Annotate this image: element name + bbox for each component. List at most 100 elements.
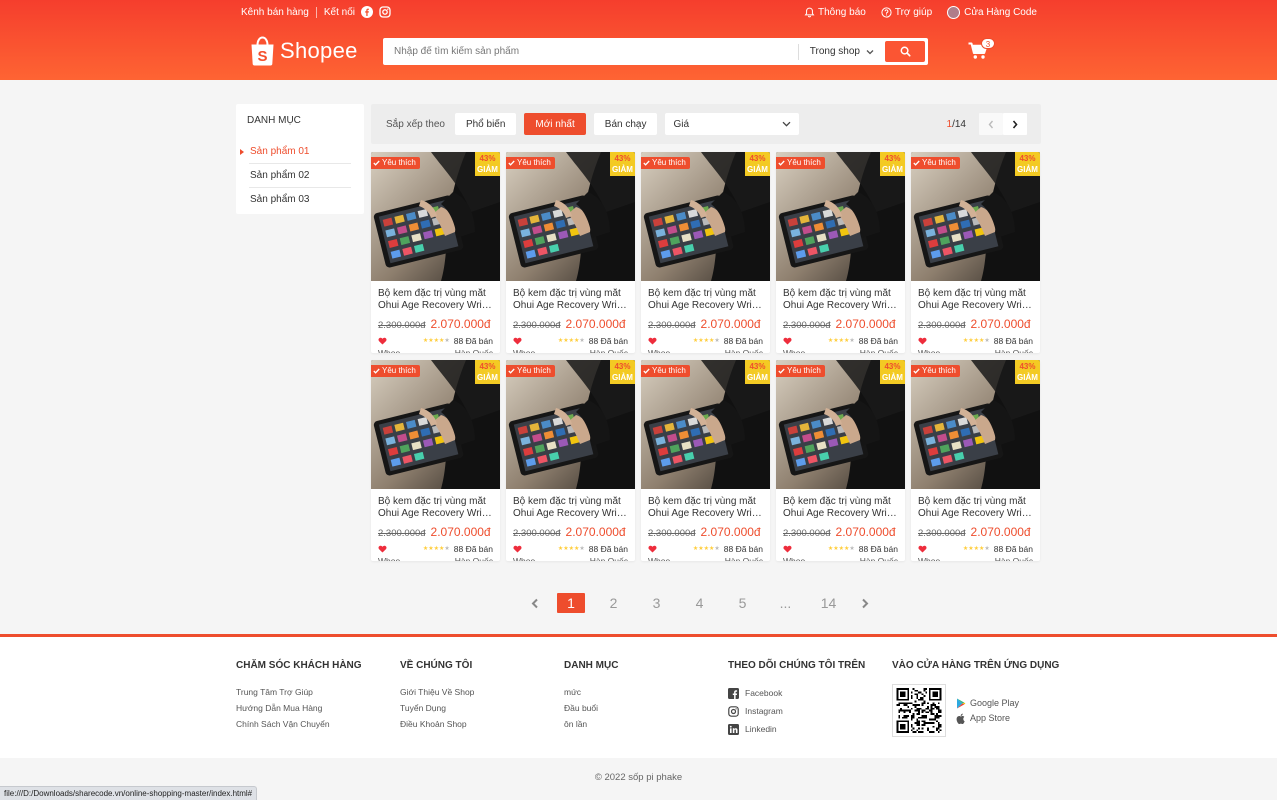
footer-link[interactable]: Tuyển Dụng [400, 700, 564, 716]
page-number-4[interactable]: 4 [678, 593, 721, 613]
product-brand: Whoo [918, 556, 941, 561]
notifications-link[interactable]: Thông báo [804, 7, 866, 18]
user-menu[interactable]: Cửa Hàng Code [947, 5, 1037, 19]
product-name: Bộ kem đặc trị vùng mắt Ohui Age Recover… [648, 288, 763, 311]
favorite-badge: Yêu thích [911, 157, 960, 169]
footer-link[interactable]: Giới Thiệu Về Shop [400, 684, 564, 700]
product-card[interactable]: Yêu thích 43% GIẢM Bộ kem đặc trị vùng m… [776, 152, 905, 353]
sold-count: 88 Đã bán [723, 335, 763, 346]
footer-facebook-link[interactable]: Facebook [728, 684, 892, 702]
heart-icon[interactable] [513, 337, 522, 345]
product-card[interactable]: Yêu thích 43% GIẢM Bộ kem đặc trị vùng m… [911, 360, 1040, 561]
page-number-2[interactable]: 2 [592, 593, 635, 613]
facebook-icon [728, 687, 739, 699]
footer-linkedin-link[interactable]: Linkedin [728, 720, 892, 738]
page-number-7[interactable]: 14 [807, 593, 850, 613]
product-brand: Whoo [513, 556, 536, 561]
favorite-badge: Yêu thích [911, 365, 960, 377]
product-name: Bộ kem đặc trị vùng mắt Ohui Age Recover… [918, 496, 1033, 519]
seller-channel-link[interactable]: Kênh bán hàng [241, 7, 309, 18]
search-input[interactable] [383, 38, 798, 65]
product-card[interactable]: Yêu thích 43% GIẢM Bộ kem đặc trị vùng m… [911, 152, 1040, 353]
footer-link[interactable]: Điều Khoản Shop [400, 716, 564, 732]
old-price: 2.300.000đ [648, 528, 696, 539]
product-meta: ★ ★ ★ ★ ★ 88 Đã bán [911, 335, 1040, 346]
heart-icon[interactable] [918, 337, 927, 345]
footer-instagram-link[interactable]: Instagram [728, 702, 892, 720]
footer-link[interactable]: Hướng Dẫn Mua Hàng [236, 700, 400, 716]
heart-icon[interactable] [378, 337, 387, 345]
discount-badge: 43% GIẢM [475, 152, 500, 176]
footer-link[interactable]: ôn lần [564, 716, 728, 732]
product-card[interactable]: Yêu thích 43% GIẢM Bộ kem đặc trị vùng m… [506, 360, 635, 561]
product-card[interactable]: Yêu thích 43% GIẢM Bộ kem đặc trị vùng m… [776, 360, 905, 561]
product-card[interactable]: Yêu thích 43% GIẢM Bộ kem đặc trị vùng m… [371, 360, 500, 561]
product-country: Hàn Quốc [994, 348, 1033, 353]
mini-prev-button[interactable] [979, 113, 1003, 135]
sold-count: 88 Đã bán [588, 335, 628, 346]
prev-page-button[interactable] [520, 593, 550, 613]
product-card[interactable]: Yêu thích 43% GIẢM Bộ kem đặc trị vùng m… [506, 152, 635, 353]
topbar-left: Kênh bán hàng Kết nối [241, 6, 391, 18]
new-price: 2.070.000đ [430, 525, 491, 539]
heart-icon[interactable] [648, 337, 657, 345]
footer-link[interactable]: Trung Tâm Trợ Giúp [236, 684, 400, 700]
search-button[interactable] [885, 41, 925, 62]
chevron-left-icon [531, 598, 538, 608]
sort-popular-button[interactable]: Phổ biến [454, 113, 517, 135]
product-brand: Whoo [648, 348, 671, 353]
old-price: 2.300.000đ [918, 528, 966, 539]
sort-bestselling-button[interactable]: Bán chạy [593, 113, 658, 135]
heart-icon[interactable] [918, 545, 927, 553]
topbar-right: Thông báo Trợ giúp Cửa Hàng Code [789, 5, 1037, 19]
product-card[interactable]: Yêu thích 43% GIẢM Bộ kem đặc trị vùng m… [641, 360, 770, 561]
product-image-wrap: Yêu thích 43% GIẢM [371, 360, 500, 489]
product-price: 2.300.000đ 2.070.000đ [641, 525, 770, 539]
product-meta: ★ ★ ★ ★ ★ 88 Đã bán [371, 335, 500, 346]
pagination: 1 2 3 4 5... 14 [520, 593, 880, 613]
new-price: 2.070.000đ [565, 525, 626, 539]
page-number-5[interactable]: 5 [721, 593, 764, 613]
google-play-link[interactable]: Google Play [956, 696, 1019, 711]
heart-icon[interactable] [648, 545, 657, 553]
product-card[interactable]: Yêu thích 43% GIẢM Bộ kem đặc trị vùng m… [371, 152, 500, 353]
heart-icon[interactable] [783, 545, 792, 553]
sidebar-item-product-01[interactable]: Sản phẩm 01 [240, 140, 351, 164]
footer-link[interactable]: Đầu buổi [564, 700, 728, 716]
category-sidebar: DANH MỤC Sản phẩm 01 Sản phẩm 02 Sản phẩ… [236, 104, 364, 214]
instagram-icon[interactable] [379, 6, 391, 18]
rating-stars: ★ ★ ★ ★ ★ [693, 545, 720, 553]
star-icon: ★ [579, 545, 585, 552]
help-link[interactable]: Trợ giúp [881, 7, 932, 18]
product-country: Hàn Quốc [454, 348, 493, 353]
page-number-3[interactable]: 3 [635, 593, 678, 613]
product-brand: Whoo [783, 556, 806, 561]
copyright: © 2022 sốp pi phake [594, 772, 683, 783]
sold-count: 88 Đã bán [453, 335, 493, 346]
rating-stars: ★ ★ ★ ★ ★ [423, 545, 450, 553]
sidebar-item-product-03[interactable]: Sản phẩm 03 [249, 188, 351, 212]
footer-link[interactable]: mức [564, 684, 728, 700]
product-name: Bộ kem đặc trị vùng mắt Ohui Age Recover… [783, 288, 898, 311]
facebook-icon[interactable] [360, 6, 373, 18]
search-scope-dropdown[interactable]: Trong shop [797, 43, 885, 60]
shopee-logo[interactable]: S Shopee [250, 36, 358, 66]
apple-icon [956, 713, 965, 724]
product-image-wrap: Yêu thích 43% GIẢM [506, 152, 635, 281]
heart-icon[interactable] [378, 545, 387, 553]
heart-icon[interactable] [783, 337, 792, 345]
sidebar-item-product-02[interactable]: Sản phẩm 02 [249, 164, 351, 188]
page-number-1[interactable]: 1 [557, 593, 585, 613]
product-grid: Yêu thích 43% GIẢM Bộ kem đặc trị vùng m… [371, 152, 1043, 561]
mini-next-button[interactable] [1003, 113, 1027, 135]
footer-link[interactable]: Chính Sách Vận Chuyển [236, 716, 400, 732]
sort-newest-button[interactable]: Mới nhất [524, 113, 586, 135]
cart-button[interactable]: 3 [968, 38, 995, 65]
product-image-wrap: Yêu thích 43% GIẢM [776, 152, 905, 281]
price-sort-select[interactable]: Giá [665, 113, 800, 135]
app-store-link[interactable]: App Store [956, 711, 1019, 726]
heart-icon[interactable] [513, 545, 522, 553]
next-page-button[interactable] [850, 593, 880, 613]
product-country: Hàn Quốc [724, 556, 763, 561]
product-card[interactable]: Yêu thích 43% GIẢM Bộ kem đặc trị vùng m… [641, 152, 770, 353]
